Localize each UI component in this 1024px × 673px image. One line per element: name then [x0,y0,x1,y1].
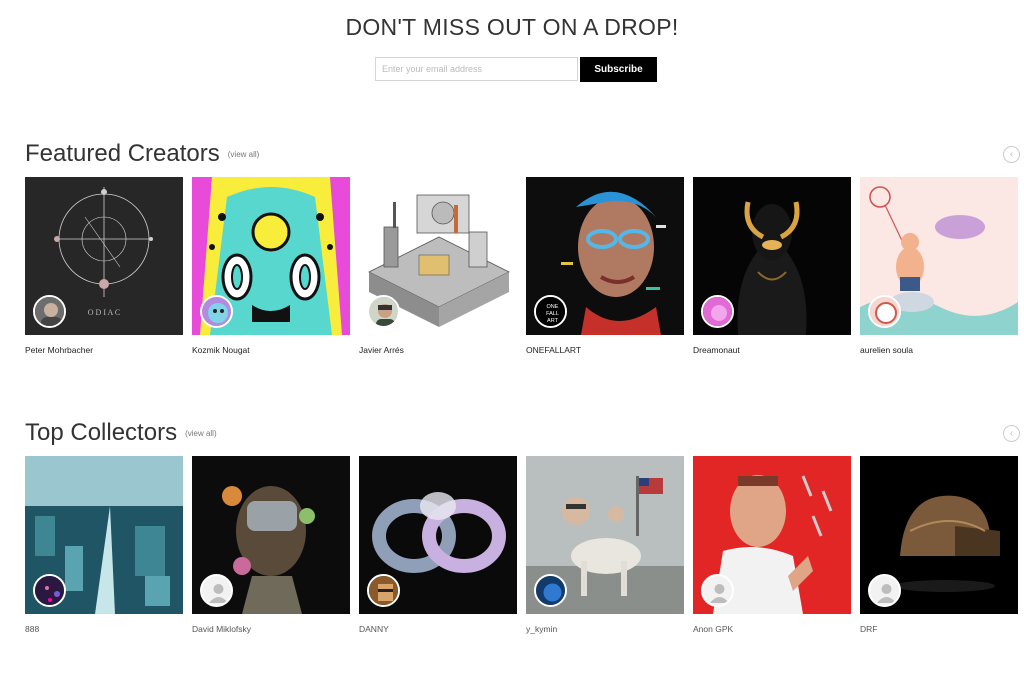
featured-creators-title: Featured Creators (view all) [25,140,259,168]
creator-card[interactable]: Kozmik Nougat [192,177,350,355]
creator-card[interactable]: Javier Arrés [359,177,517,355]
creator-name[interactable]: Dreamonaut [693,345,740,355]
zodiac-art-text: O D I A C [88,308,120,317]
collector-name[interactable]: Anon GPK [693,624,733,634]
avatar [701,574,734,607]
top-collectors-heading: Top Collectors [25,419,178,446]
avatar [701,295,734,328]
avatar [367,295,400,328]
collector-name[interactable]: 888 [25,624,39,634]
avatar [534,574,567,607]
collector-card[interactable]: DANNY [359,456,517,634]
creator-name[interactable]: Peter Mohrbacher [25,345,93,355]
avatar [33,574,66,607]
collector-artwork[interactable] [526,456,684,614]
creator-artwork[interactable]: ONE FALL ART [526,177,684,335]
collector-name[interactable]: y_kymin [526,624,557,634]
collector-artwork[interactable] [192,456,350,614]
chevron-left-icon: ‹ [1009,149,1014,160]
collector-name[interactable]: David Miklofsky [192,624,251,634]
collector-name[interactable]: DRF [860,624,877,634]
onefallart-badge-text: FALL [546,311,559,317]
creator-name[interactable]: aurelien soula [860,345,913,355]
onefallart-badge-text: ONE [547,304,559,310]
collector-card[interactable]: DRF [860,456,1018,634]
collectors-carousel-prev-button[interactable]: ‹ [1003,425,1020,442]
chevron-left-icon: ‹ [1009,428,1014,439]
creator-artwork[interactable] [359,177,517,335]
collector-artwork[interactable] [359,456,517,614]
creator-artwork[interactable] [693,177,851,335]
collectors-view-all-link[interactable]: (view all) [185,429,217,438]
top-collectors-title: Top Collectors (view all) [25,419,217,447]
avatar [367,574,400,607]
avatar [868,574,901,607]
creator-card[interactable]: ONE FALL ART ONEFALLART [526,177,684,355]
creator-name[interactable]: Javier Arrés [359,345,404,355]
creator-name[interactable]: ONEFALLART [526,345,581,355]
collector-card[interactable]: Anon GPK [693,456,851,634]
featured-view-all-link[interactable]: (view all) [228,150,260,159]
avatar [200,295,233,328]
creator-card[interactable]: O D I A C Peter Mohrbacher [25,177,183,355]
subscribe-button[interactable]: Subscribe [580,57,657,82]
creator-artwork[interactable] [860,177,1018,335]
newsletter-heading: DON'T MISS OUT ON A DROP! [345,14,679,40]
creator-card[interactable]: aurelien soula [860,177,1018,355]
collector-artwork[interactable] [25,456,183,614]
creator-artwork[interactable] [192,177,350,335]
avatar [200,574,233,607]
creator-card[interactable]: Dreamonaut [693,177,851,355]
collector-card[interactable]: 888 [25,456,183,634]
avatar [33,295,66,328]
featured-creators-heading: Featured Creators [25,140,220,167]
collector-name[interactable]: DANNY [359,624,389,634]
onefallart-badge-text: ART [547,318,559,324]
creator-name[interactable]: Kozmik Nougat [192,345,250,355]
collector-card[interactable]: y_kymin [526,456,684,634]
collector-card[interactable]: David Miklofsky [192,456,350,634]
collector-artwork[interactable] [693,456,851,614]
avatar [868,295,901,328]
creator-artwork[interactable]: O D I A C [25,177,183,335]
collector-artwork[interactable] [860,456,1018,614]
avatar: ONE FALL ART [534,295,567,328]
featured-carousel-prev-button[interactable]: ‹ [1003,146,1020,163]
email-input[interactable] [375,57,578,81]
